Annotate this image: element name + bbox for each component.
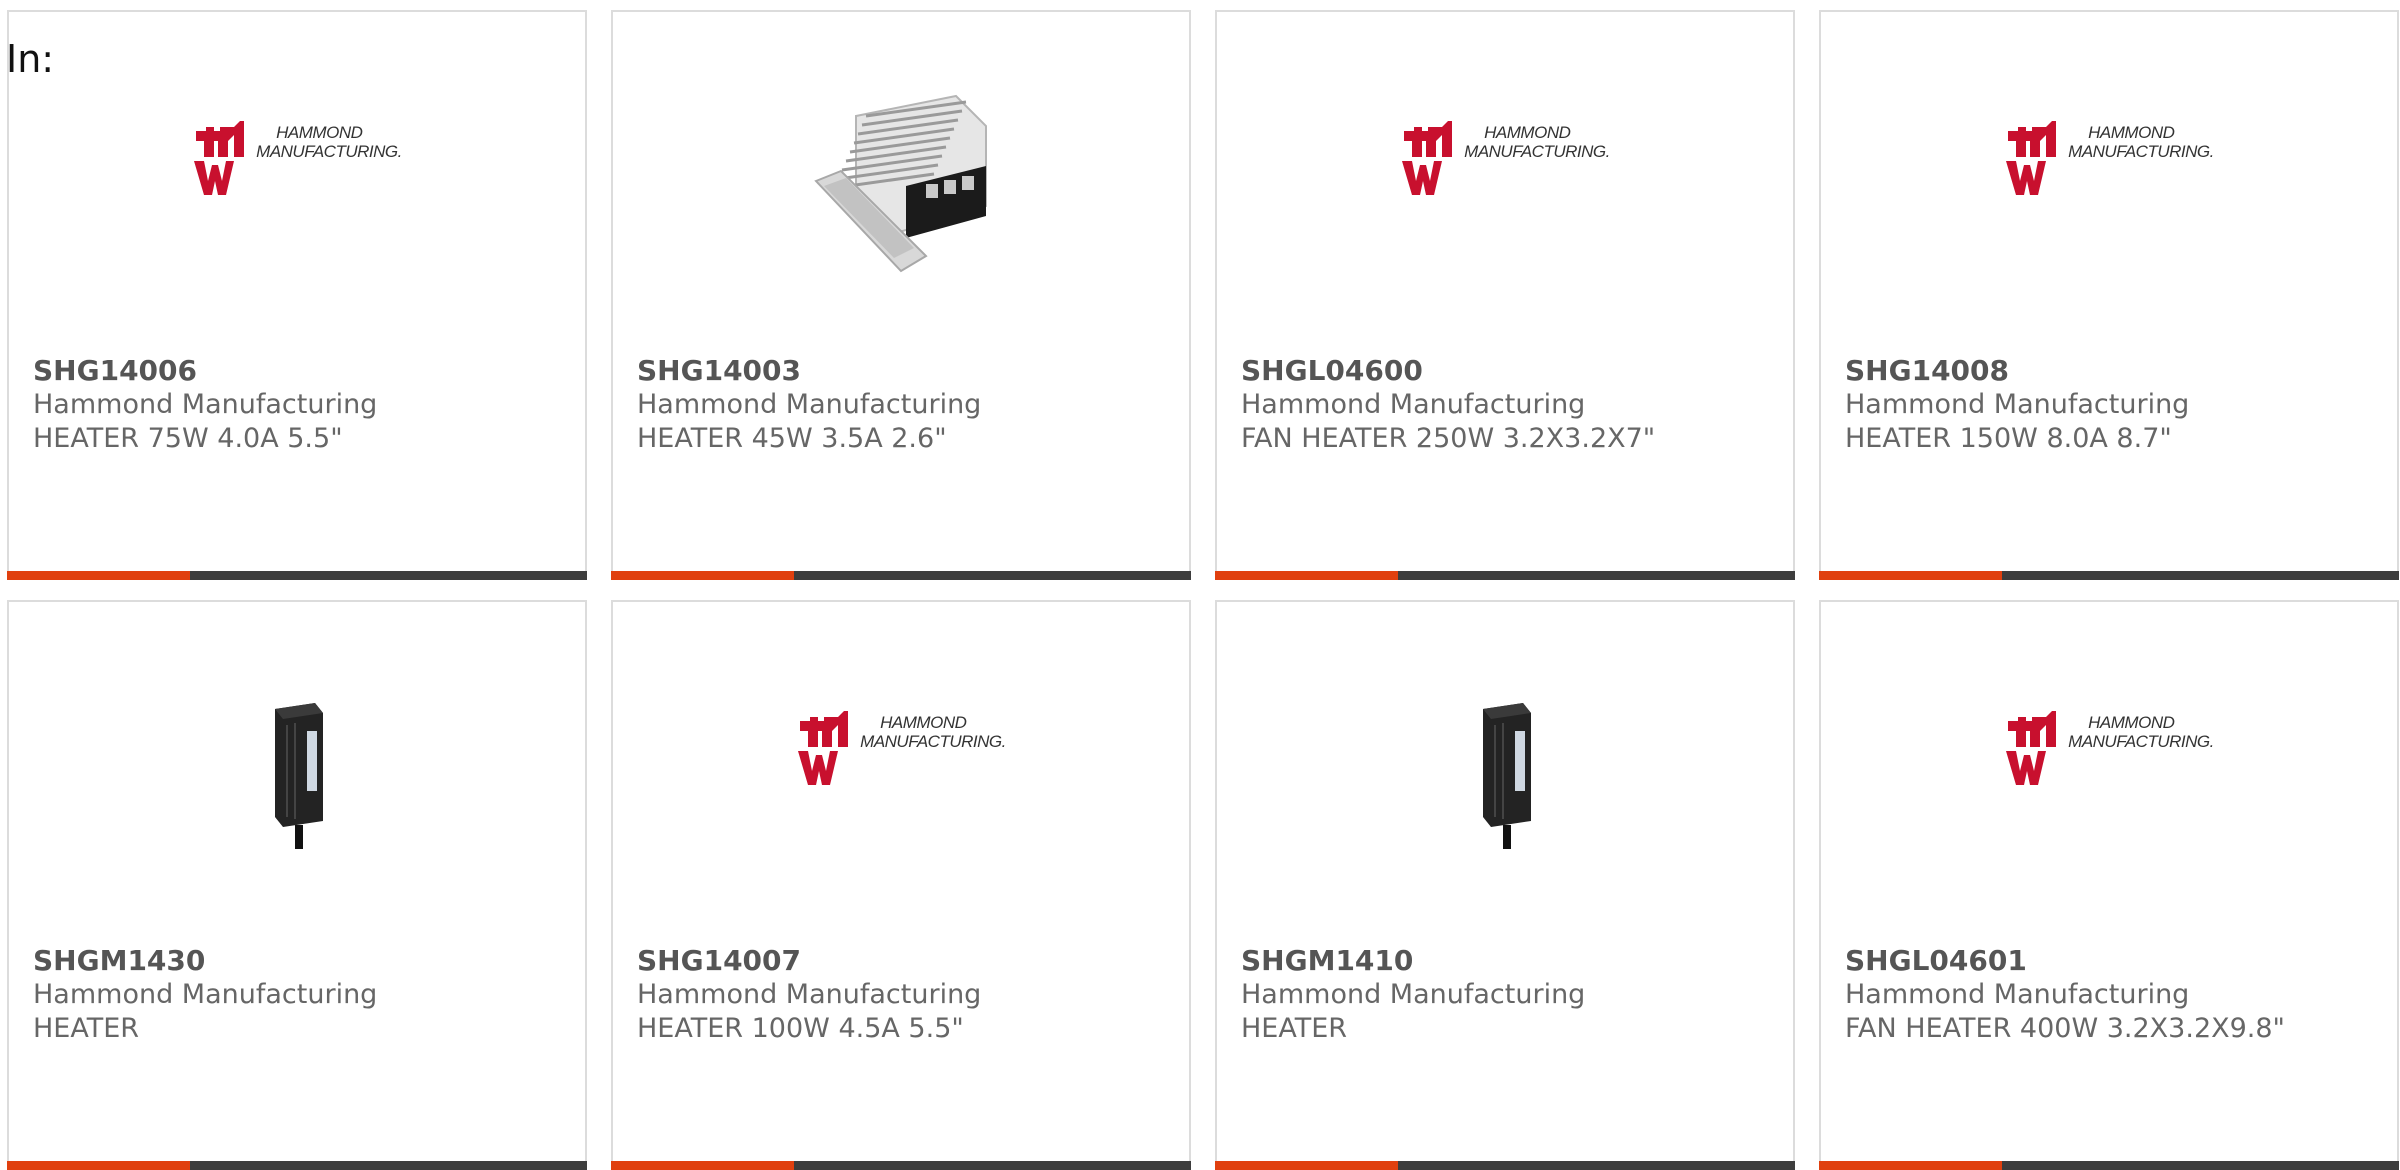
part-number[interactable]: SHGM1410 <box>1241 944 1777 978</box>
product-card[interactable]: HAMMOND MANUFACTURING. SHG14008 Hammond Man… <box>1819 10 2399 580</box>
hammond-logo: HAMMOND MANUFACTURING. <box>2004 121 2214 195</box>
product-image[interactable]: HAMMOND MANUFACTURING. <box>1821 68 2397 308</box>
compact-black-heater-image <box>1465 701 1545 855</box>
card-accent-bar <box>7 571 190 580</box>
part-number[interactable]: SHGL04601 <box>1845 944 2381 978</box>
product-info: SHG14007 Hammond Manufacturing HEATER 100W… <box>637 944 1173 1046</box>
product-info: SHG14008 Hammond Manufacturing HEATER 150W… <box>1845 354 2381 456</box>
product-info: SHGM1410 Hammond Manufacturing HEATER <box>1241 944 1777 1046</box>
product-image[interactable]: HAMMOND MANUFACTURING. <box>1821 658 2397 898</box>
product-image[interactable]: HAMMOND MANUFACTURING. <box>1217 68 1793 308</box>
card-accent-bar <box>7 1161 190 1170</box>
in-label: In: <box>6 37 55 81</box>
card-accent-bar <box>1215 571 1398 580</box>
part-number[interactable]: SHGM1430 <box>33 944 569 978</box>
card-accent-bar <box>1819 1161 2002 1170</box>
logo-text-line1: HAMMOND <box>276 123 363 142</box>
card-bottom-bar <box>1819 1161 2399 1170</box>
part-number[interactable]: SHGL04600 <box>1241 354 1777 388</box>
hammond-logo: HAMMOND MANUFACTURING. <box>1400 121 1610 195</box>
logo-text-line1: HAMMOND <box>2088 713 2175 732</box>
product-description: FAN HEATER 250W 3.2X3.2X7" <box>1241 423 1656 454</box>
logo-text-line2: MANUFACTURING. <box>256 142 402 161</box>
logo-text-line2: MANUFACTURING. <box>1464 142 1610 161</box>
product-image[interactable]: HAMMOND MANUFACTURING. <box>9 68 585 308</box>
card-accent-bar <box>611 1161 794 1170</box>
product-description: FAN HEATER 400W 3.2X3.2X9.8" <box>1845 1013 2285 1044</box>
product-image[interactable] <box>9 658 585 898</box>
part-number[interactable]: SHG14006 <box>33 354 569 388</box>
hammond-logo: HAMMOND MANUFACTURING. <box>192 121 402 195</box>
product-card[interactable]: SHGM1430 Hammond Manufacturing HEATER <box>7 600 587 1170</box>
manufacturer: Hammond Manufacturing <box>33 979 378 1010</box>
product-description: HEATER <box>1241 1013 1348 1044</box>
card-bottom-bar <box>611 571 1191 580</box>
card-bottom-bar <box>7 1161 587 1170</box>
product-card[interactable]: HAMMOND MANUFACTURING. SHGL04601 Hammond Ma… <box>1819 600 2399 1170</box>
product-card[interactable]: HAMMOND MANUFACTURING. SHGL04600 Hammond Ma… <box>1215 10 1795 580</box>
compact-black-heater-image <box>257 701 337 855</box>
product-grid: HAMMOND MANUFACTURING. SHG14006 Hammond Man… <box>7 10 2400 1170</box>
manufacturer: Hammond Manufacturing <box>1241 389 1586 420</box>
card-bottom-bar <box>1819 571 2399 580</box>
product-info: SHGL04601 Hammond Manufacturing FAN HEATER… <box>1845 944 2381 1046</box>
part-number[interactable]: SHG14007 <box>637 944 1173 978</box>
card-bottom-bar <box>1215 571 1795 580</box>
logo-text-line2: MANUFACTURING. <box>2068 142 2214 161</box>
manufacturer: Hammond Manufacturing <box>1845 389 2190 420</box>
manufacturer: Hammond Manufacturing <box>33 389 378 420</box>
manufacturer: Hammond Manufacturing <box>637 389 982 420</box>
product-card[interactable]: SHGM1410 Hammond Manufacturing HEATER <box>1215 600 1795 1170</box>
product-card[interactable]: SHG14003 Hammond Manufacturing HEATER 45W … <box>611 10 1191 580</box>
product-image[interactable] <box>1217 658 1793 898</box>
manufacturer: Hammond Manufacturing <box>1845 979 2190 1010</box>
product-info: SHG14006 Hammond Manufacturing HEATER 75W … <box>33 354 569 456</box>
product-description: HEATER 100W 4.5A 5.5" <box>637 1013 964 1044</box>
product-description: HEATER 45W 3.5A 2.6" <box>637 423 947 454</box>
product-info: SHG14003 Hammond Manufacturing HEATER 45W … <box>637 354 1173 456</box>
product-image[interactable] <box>613 68 1189 308</box>
card-bottom-bar <box>7 571 587 580</box>
logo-text-line1: HAMMOND <box>880 713 967 732</box>
part-number[interactable]: SHG14003 <box>637 354 1173 388</box>
product-description: HEATER 75W 4.0A 5.5" <box>33 423 343 454</box>
card-accent-bar <box>1215 1161 1398 1170</box>
card-accent-bar <box>1819 571 2002 580</box>
part-number[interactable]: SHG14008 <box>1845 354 2381 388</box>
hammond-logo: HAMMOND MANUFACTURING. <box>2004 711 2214 785</box>
product-description: HEATER 150W 8.0A 8.7" <box>1845 423 2172 454</box>
product-info: SHGL04600 Hammond Manufacturing FAN HEATER… <box>1241 354 1777 456</box>
product-image[interactable]: HAMMOND MANUFACTURING. <box>613 658 1189 898</box>
product-description: HEATER <box>33 1013 140 1044</box>
logo-text-line1: HAMMOND <box>1484 123 1571 142</box>
card-bottom-bar <box>611 1161 1191 1170</box>
product-info: SHGM1430 Hammond Manufacturing HEATER <box>33 944 569 1046</box>
logo-text-line2: MANUFACTURING. <box>2068 732 2214 751</box>
product-card[interactable]: HAMMOND MANUFACTURING. SHG14006 Hammond Man… <box>7 10 587 580</box>
logo-text-line1: HAMMOND <box>2088 123 2175 142</box>
card-bottom-bar <box>1215 1161 1795 1170</box>
card-accent-bar <box>611 571 794 580</box>
logo-text-line2: MANUFACTURING. <box>860 732 1006 751</box>
finned-heater-image <box>796 86 1006 290</box>
manufacturer: Hammond Manufacturing <box>637 979 982 1010</box>
product-card[interactable]: HAMMOND MANUFACTURING. SHG14007 Hammond Man… <box>611 600 1191 1170</box>
hammond-logo: HAMMOND MANUFACTURING. <box>796 711 1006 785</box>
manufacturer: Hammond Manufacturing <box>1241 979 1586 1010</box>
